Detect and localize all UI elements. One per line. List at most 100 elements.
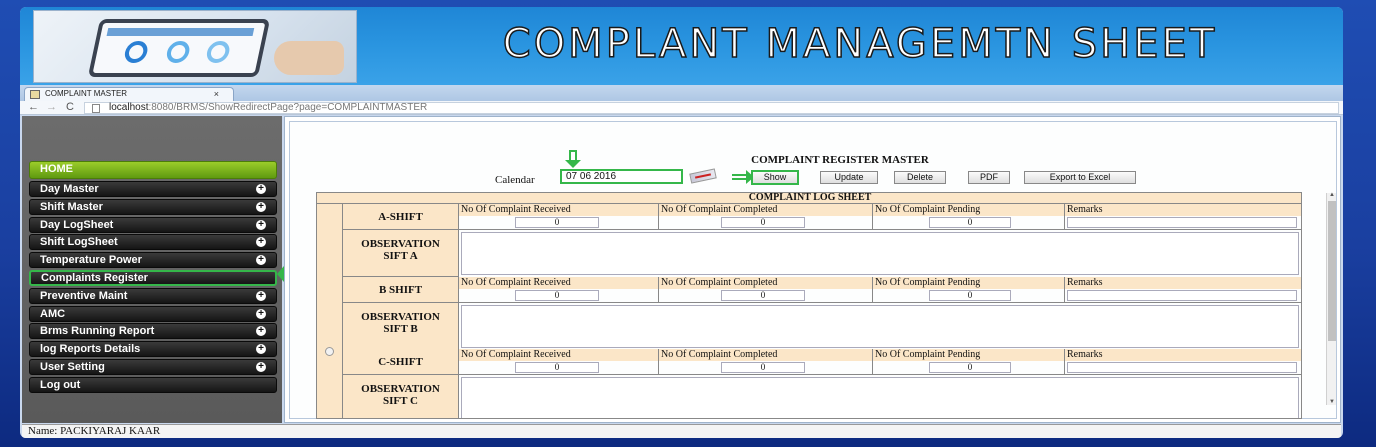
sidebar-item-label: AMC (40, 307, 66, 320)
sidebar-item-log-reports-details[interactable]: log Reports Details + (29, 341, 277, 358)
sidebar-item-log-out[interactable]: Log out (29, 376, 277, 393)
pending-header: No Of Complaint Pending (873, 277, 1064, 289)
sidebar-item-day-master[interactable]: Day Master + (29, 181, 277, 197)
sidebar-item-label: Shift LogSheet (40, 236, 118, 249)
received-input[interactable]: 0 (515, 362, 599, 373)
remarks-cell: Remarks (1065, 277, 1301, 303)
pending-input[interactable]: 0 (929, 362, 1011, 373)
remarks-header: Remarks (1065, 204, 1301, 216)
plus-icon[interactable]: + (256, 201, 266, 212)
address-bar[interactable]: localhost:8080/BRMS/ShowRedirectPage?pag… (84, 102, 1339, 114)
sidebar: HOME Day Master + Shift Master + Day LogSh… (22, 116, 282, 423)
received-input[interactable]: 0 (515, 290, 599, 301)
completed-header: No Of Complaint Completed (659, 204, 872, 216)
status-footer: Name: PACKIYARAJ KAAR (22, 424, 1341, 438)
back-arrow-icon[interactable]: ← (28, 101, 39, 114)
shift-label: B SHIFT (343, 277, 459, 303)
plus-icon[interactable]: + (256, 184, 266, 194)
sidebar-item-temperature-power[interactable]: Temperature Power + (29, 252, 277, 269)
pdf-button[interactable]: PDF (968, 171, 1010, 184)
vertical-scrollbar[interactable]: ▲ ▼ (1326, 192, 1336, 405)
sidebar-item-day-logsheet[interactable]: Day LogSheet + (29, 216, 277, 233)
sidebar-item-home[interactable]: HOME (29, 161, 277, 179)
observation-label: OBSERVATION SIFT C (343, 375, 459, 418)
pending-input[interactable]: 0 (929, 290, 1011, 301)
sidebar-item-label: log Reports Details (40, 343, 141, 356)
sidebar-item-brms-running-report[interactable]: Brms Running Report + (29, 323, 277, 340)
observation-textarea[interactable] (461, 232, 1299, 275)
sidebar-item-label: Shift Master (40, 200, 103, 213)
received-cell: No Of Complaint Received 0 (459, 349, 659, 375)
browser-navbar: ← → C localhost:8080/BRMS/ShowRedirectPa… (20, 101, 1343, 115)
plus-icon[interactable]: + (256, 237, 266, 248)
sidebar-item-complaints-register[interactable]: Complaints Register (29, 269, 277, 286)
plus-icon[interactable]: + (256, 326, 266, 337)
plus-icon[interactable]: + (256, 290, 266, 301)
sidebar-item-label: User Setting (40, 360, 105, 373)
completed-input[interactable]: 0 (721, 362, 805, 373)
pending-input[interactable]: 0 (929, 217, 1011, 228)
sidebar-menu: HOME Day Master + Shift Master + Day LogSh… (29, 161, 277, 395)
tab-title: COMPLAINT MASTER (45, 89, 128, 98)
page-favicon-icon (30, 90, 40, 99)
received-cell: No Of Complaint Received 0 (459, 204, 659, 230)
observation-textarea[interactable] (461, 305, 1299, 348)
shift-block-b: B SHIFT No Of Complaint Received 0 No Of … (343, 277, 1301, 350)
plus-icon[interactable]: + (256, 219, 266, 230)
remarks-cell: Remarks (1065, 204, 1301, 230)
sidebar-item-shift-master[interactable]: Shift Master + (29, 198, 277, 215)
scroll-down-icon[interactable]: ▼ (1329, 399, 1335, 405)
observation-line2: SIFT A (383, 250, 418, 262)
calendar-picker-icon[interactable] (689, 168, 717, 184)
plus-icon[interactable]: + (256, 308, 266, 319)
sidebar-item-label: Day LogSheet (40, 218, 114, 231)
down-arrow-icon (565, 150, 581, 168)
completed-input[interactable]: 0 (721, 217, 805, 228)
browser-tab[interactable]: COMPLAINT MASTER × (24, 87, 234, 101)
content-panel: COMPLAINT REGISTER MASTER Calendar 07 06… (289, 121, 1337, 419)
delete-button[interactable]: Delete (894, 171, 946, 184)
observation-line1: OBSERVATION (361, 311, 440, 323)
close-icon[interactable]: × (214, 88, 219, 100)
shift-label: A-SHIFT (343, 204, 459, 230)
pending-cell: No Of Complaint Pending 0 (873, 349, 1065, 375)
sidebar-item-label: HOME (40, 163, 73, 175)
date-input[interactable]: 07 06 2016 (560, 169, 683, 184)
remarks-input[interactable] (1067, 217, 1297, 228)
forward-arrow-icon[interactable]: → (46, 101, 57, 114)
received-input[interactable]: 0 (515, 217, 599, 228)
completed-header: No Of Complaint Completed (659, 349, 872, 361)
shift-block-c: C-SHIFT No Of Complaint Received 0 No Of … (343, 349, 1301, 418)
count-row: No Of Complaint Received 0 No Of Complain… (459, 349, 1301, 375)
sidebar-item-preventive-maint[interactable]: Preventive Maint + (29, 287, 277, 304)
remarks-input[interactable] (1067, 290, 1297, 301)
sidebar-item-amc[interactable]: AMC + (29, 305, 277, 322)
completed-input[interactable]: 0 (721, 290, 805, 301)
sidebar-item-shift-logsheet[interactable]: Shift LogSheet + (29, 234, 277, 251)
remarks-cell: Remarks (1065, 349, 1301, 375)
page-title: COMPLAINT REGISTER MASTER (751, 154, 929, 166)
observation-line1: OBSERVATION (361, 383, 440, 395)
pending-cell: No Of Complaint Pending 0 (873, 204, 1065, 230)
received-header: No Of Complaint Received (459, 349, 658, 361)
observation-textarea[interactable] (461, 377, 1299, 418)
page-icon (92, 104, 100, 113)
scroll-up-icon[interactable]: ▲ (1329, 192, 1335, 198)
update-button[interactable]: Update (820, 171, 878, 184)
plus-icon[interactable]: + (256, 255, 266, 266)
plus-icon[interactable]: + (256, 344, 266, 355)
reload-icon[interactable]: C (66, 101, 74, 114)
sidebar-item-label: Day Master (40, 183, 99, 195)
pending-header: No Of Complaint Pending (873, 204, 1064, 216)
scroll-thumb[interactable] (1328, 201, 1336, 341)
pending-cell: No Of Complaint Pending 0 (873, 277, 1065, 303)
row-radio[interactable] (325, 347, 334, 356)
export-excel-button[interactable]: Export to Excel (1024, 171, 1136, 184)
plus-icon[interactable]: + (256, 361, 266, 372)
banner: COMPLANT MANAGEMTN SHEET (20, 7, 1343, 85)
show-button[interactable]: Show (751, 170, 799, 185)
completed-cell: No Of Complaint Completed 0 (659, 204, 873, 230)
sidebar-item-user-setting[interactable]: User Setting + (29, 358, 277, 375)
tablet-illustration (87, 19, 271, 77)
remarks-input[interactable] (1067, 362, 1297, 373)
